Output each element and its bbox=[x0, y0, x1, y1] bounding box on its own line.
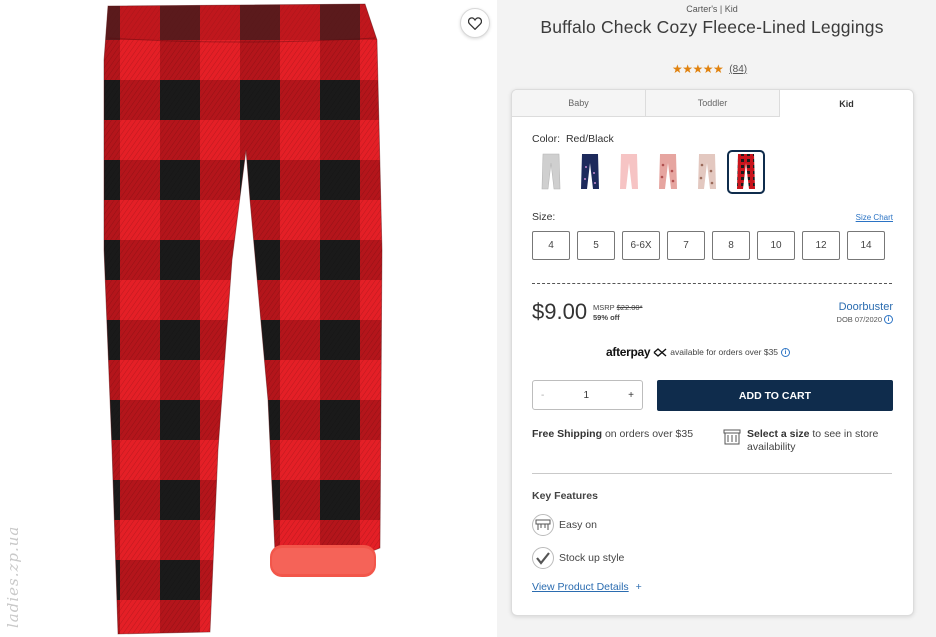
purchase-card: Baby Toddler Kid Color: Red/Black Size: … bbox=[511, 89, 914, 616]
color-swatches bbox=[532, 150, 765, 194]
heart-outline-icon bbox=[468, 16, 482, 30]
age-tabs: Baby Toddler Kid bbox=[512, 90, 913, 117]
watermark: ladies.zp.ua bbox=[4, 525, 22, 628]
store-icon bbox=[723, 429, 741, 445]
free-shipping-text: on orders over $35 bbox=[604, 428, 694, 440]
product-page: ladies.zp.ua Carter's | Kid Buffalo Chec… bbox=[0, 0, 936, 637]
tab-toddler[interactable]: Toddler bbox=[646, 90, 780, 117]
waistband-icon bbox=[532, 514, 554, 536]
free-shipping-note: Free Shipping on orders over $35 bbox=[532, 428, 693, 440]
product-image-panel: ladies.zp.ua bbox=[0, 0, 497, 637]
quantity-decrement-button[interactable]: - bbox=[541, 390, 544, 401]
swatch-floral-beige[interactable] bbox=[688, 150, 726, 194]
size-options: 4 5 6-6X 7 8 10 12 14 bbox=[532, 231, 885, 260]
discount-percent: 59% off bbox=[593, 313, 620, 322]
quantity-stepper: - 1 + bbox=[532, 380, 643, 410]
swatch-floral-pink[interactable] bbox=[649, 150, 687, 194]
size-option[interactable]: 12 bbox=[802, 231, 840, 260]
view-product-details-link[interactable]: View Product Details + bbox=[532, 581, 642, 593]
tab-kid[interactable]: Kid bbox=[780, 90, 913, 117]
product-image bbox=[103, 3, 383, 635]
msrp-block: MSRP $22.00* 59% off bbox=[593, 303, 643, 323]
divider bbox=[532, 473, 892, 474]
rating[interactable]: ★★★★★ (84) bbox=[672, 62, 747, 76]
size-option[interactable]: 4 bbox=[532, 231, 570, 260]
swatch-navy[interactable] bbox=[571, 150, 609, 194]
size-option[interactable]: 7 bbox=[667, 231, 705, 260]
info-icon[interactable]: i bbox=[884, 315, 893, 324]
store-availability[interactable]: Select a size to see in store availabili… bbox=[723, 428, 903, 454]
review-count-link[interactable]: (84) bbox=[729, 64, 747, 75]
size-option[interactable]: 14 bbox=[847, 231, 885, 260]
afterpay-logo: afterpay bbox=[606, 345, 651, 359]
rating-stars: ★★★★★ bbox=[672, 62, 724, 76]
doorbuster-badge: Doorbuster bbox=[838, 301, 893, 313]
feature-label: Stock up style bbox=[559, 552, 625, 564]
color-row: Color: Red/Black bbox=[532, 133, 614, 145]
feature-stock-up: Stock up style bbox=[532, 547, 624, 569]
free-shipping-bold: Free Shipping bbox=[532, 428, 603, 440]
afterpay-arrows-icon bbox=[653, 347, 667, 357]
msrp-price: $22.00* bbox=[616, 303, 643, 312]
price: $9.00 bbox=[532, 299, 588, 324]
size-option[interactable]: 5 bbox=[577, 231, 615, 260]
quantity-increment-button[interactable]: + bbox=[628, 390, 634, 401]
feature-label: Easy on bbox=[559, 519, 597, 531]
color-label: Color: bbox=[532, 133, 561, 145]
swatch-pink[interactable] bbox=[610, 150, 648, 194]
size-option[interactable]: 8 bbox=[712, 231, 750, 260]
afterpay-text: available for orders over $35 bbox=[670, 347, 779, 357]
brand-line: Carter's | Kid bbox=[686, 4, 738, 14]
size-chart-link[interactable]: Size Chart bbox=[856, 213, 893, 222]
info-icon[interactable]: i bbox=[781, 347, 791, 357]
swatch-gray[interactable] bbox=[532, 150, 570, 194]
store-bold: Select a size bbox=[747, 428, 810, 440]
feature-easy-on: Easy on bbox=[532, 514, 597, 536]
checkmark-icon bbox=[532, 547, 554, 569]
size-option[interactable]: 6-6X bbox=[622, 231, 660, 260]
msrp-label: MSRP bbox=[593, 303, 615, 312]
product-title: Buffalo Check Cozy Fleece-Lined Leggings bbox=[540, 17, 884, 37]
size-option[interactable]: 10 bbox=[757, 231, 795, 260]
add-to-cart-button[interactable]: ADD TO CART bbox=[657, 380, 893, 411]
dashed-divider bbox=[532, 283, 892, 284]
key-features-title: Key Features bbox=[532, 490, 598, 502]
afterpay-notice: afterpay available for orders over $35 i bbox=[606, 345, 791, 359]
plus-icon: + bbox=[635, 581, 642, 593]
color-selected-value: Red/Black bbox=[565, 133, 614, 145]
favorite-button[interactable] bbox=[460, 8, 490, 38]
size-label: Size: bbox=[532, 211, 556, 223]
quantity-value[interactable]: 1 bbox=[583, 390, 589, 401]
details-link-text: View Product Details bbox=[532, 581, 629, 593]
dob-label: DOB 07/2020 bbox=[836, 315, 882, 324]
dob-text: DOB 07/2020 i bbox=[837, 315, 893, 324]
swatch-red-black-plaid[interactable] bbox=[727, 150, 765, 194]
tab-baby[interactable]: Baby bbox=[512, 90, 646, 117]
